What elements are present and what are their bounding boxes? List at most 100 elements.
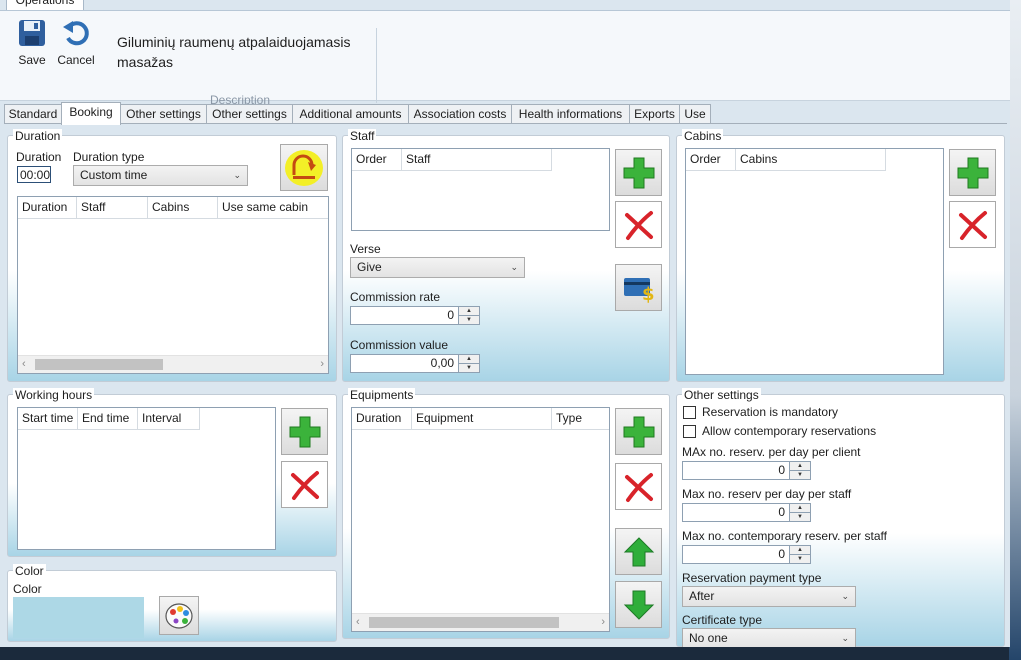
scroll-right-icon[interactable]: › (320, 358, 324, 370)
column-header-staff[interactable]: Staff (402, 149, 552, 171)
green-plus-icon (623, 157, 654, 188)
certificate-type-select[interactable]: No one ⌄ (682, 628, 856, 647)
duration-label: Duration (16, 150, 62, 164)
chevron-down-icon: ⌄ (841, 591, 849, 601)
horizontal-scrollbar[interactable]: ‹ › (18, 355, 328, 373)
add-equipment-button[interactable] (615, 408, 662, 455)
working-hours-grid[interactable]: Start time End time Interval (17, 407, 276, 550)
scrollbar-thumb[interactable] (35, 359, 163, 370)
duration-grid[interactable]: Duration Staff Cabins Use same cabin ‹ › (17, 196, 329, 374)
scroll-left-icon[interactable]: ‹ (22, 358, 26, 370)
allow-contemporary-checkbox[interactable] (683, 425, 696, 438)
ribbon-tab-operations[interactable]: Operations (6, 0, 84, 10)
payment-type-label: Reservation payment type (682, 571, 822, 585)
red-x-icon (958, 210, 987, 240)
max-per-client-decrement[interactable]: ▼ (789, 470, 811, 480)
green-plus-icon (957, 157, 988, 188)
cabins-title: Cabins (682, 129, 724, 143)
tab-booking[interactable]: Booking (61, 102, 121, 125)
green-down-arrow-icon (623, 590, 654, 620)
green-plus-icon (623, 416, 654, 447)
max-contemporary-label: Max no. contemporary reserv. per staff (682, 529, 887, 543)
tab-standard[interactable]: Standard (4, 104, 62, 124)
column-header-interval[interactable]: Interval (138, 408, 200, 430)
add-staff-button[interactable] (615, 149, 662, 196)
commission-rate-input[interactable]: 0 (350, 306, 459, 325)
move-down-button[interactable] (615, 581, 662, 628)
pick-color-button[interactable] (159, 596, 199, 635)
delete-staff-button[interactable] (615, 201, 662, 248)
column-header-end-time[interactable]: End time (78, 408, 138, 430)
tab-additional-amounts[interactable]: Additional amounts (292, 104, 409, 124)
delete-working-hours-button[interactable] (281, 461, 328, 508)
cabins-grid[interactable]: Order Cabins (685, 148, 944, 375)
green-up-arrow-icon (623, 536, 654, 566)
column-header-order[interactable]: Order (686, 149, 736, 171)
save-button[interactable]: Save (14, 18, 50, 70)
column-header-type[interactable]: Type (552, 408, 609, 430)
column-header-start-time[interactable]: Start time (18, 408, 78, 430)
max-per-client-input[interactable]: 0 (682, 461, 790, 480)
color-swatch[interactable] (13, 597, 144, 638)
max-contemporary-input[interactable]: 0 (682, 545, 790, 564)
tab-other-settings-2[interactable]: Other settings (206, 104, 293, 124)
max-per-client-label: MAx no. reserv. per day per client (682, 445, 861, 459)
chevron-down-icon: ⌄ (510, 262, 518, 272)
column-header-order[interactable]: Order (352, 149, 402, 171)
column-header-equipment[interactable]: Equipment (412, 408, 552, 430)
commission-value-input[interactable]: 0,00 (350, 354, 459, 373)
tab-other-settings-1[interactable]: Other settings (120, 104, 207, 124)
max-per-staff-decrement[interactable]: ▼ (789, 512, 811, 522)
delete-equipment-button[interactable] (615, 463, 662, 510)
column-header-use-same-cabin[interactable]: Use same cabin (218, 197, 328, 219)
column-header-cabins[interactable]: Cabins (148, 197, 218, 219)
column-header-staff[interactable]: Staff (77, 197, 148, 219)
add-working-hours-button[interactable] (281, 408, 328, 455)
staff-grid[interactable]: Order Staff (351, 148, 610, 231)
verse-select[interactable]: Give ⌄ (350, 257, 525, 278)
max-per-staff-input[interactable]: 0 (682, 503, 790, 522)
tab-association-costs[interactable]: Association costs (408, 104, 512, 124)
color-panel: Color Color (7, 564, 337, 642)
allow-contemporary-label: Allow contemporary reservations (702, 424, 877, 438)
green-plus-icon (289, 416, 320, 447)
column-header-duration[interactable]: Duration (352, 408, 412, 430)
equipments-title: Equipments (348, 388, 416, 402)
payment-button[interactable]: $ (615, 264, 662, 311)
cancel-label: Cancel (57, 53, 95, 67)
app-window: Save Cancel Giluminių raumenų atpalaiduo… (0, 0, 1010, 647)
cancel-button[interactable]: Cancel (56, 18, 96, 70)
reset-duration-button[interactable] (280, 144, 328, 191)
commission-value-decrement[interactable]: ▼ (458, 363, 480, 373)
duration-type-select[interactable]: Custom time ⌄ (73, 165, 248, 186)
delete-cabin-button[interactable] (949, 201, 996, 248)
duration-input[interactable]: 00:00 (17, 166, 51, 183)
add-cabin-button[interactable] (949, 149, 996, 196)
max-contemporary-decrement[interactable]: ▼ (789, 554, 811, 564)
tab-health-informations[interactable]: Health informations (511, 104, 630, 124)
commission-rate-decrement[interactable]: ▼ (458, 315, 480, 325)
commission-rate-label: Commission rate (350, 290, 441, 304)
horizontal-scrollbar[interactable]: ‹ › (352, 613, 609, 631)
tab-use[interactable]: Use (679, 104, 711, 124)
tab-divider (4, 123, 1007, 124)
certificate-type-label: Certificate type (682, 613, 763, 627)
max-per-staff-label: Max no. reserv per day per staff (682, 487, 852, 501)
scroll-left-icon[interactable]: ‹ (356, 616, 360, 628)
tab-exports[interactable]: Exports (629, 104, 680, 124)
ribbon: Save Cancel Giluminių raumenų atpalaiduo… (0, 10, 1010, 107)
scroll-right-icon[interactable]: › (601, 616, 605, 628)
column-header-duration[interactable]: Duration (18, 197, 77, 219)
payment-type-select[interactable]: After ⌄ (682, 586, 856, 607)
move-up-button[interactable] (615, 528, 662, 575)
column-header-cabins[interactable]: Cabins (736, 149, 886, 171)
floppy-disk-icon (19, 20, 45, 46)
equipments-panel: Equipments Duration Equipment Type ‹ › (342, 388, 670, 639)
scrollbar-thumb[interactable] (369, 617, 559, 628)
commission-value-label: Commission value (350, 338, 449, 352)
description-text: Giluminių raumenų atpalaiduojamasis masa… (117, 34, 351, 70)
payment-type-value: After (689, 589, 715, 603)
color-title: Color (13, 564, 46, 578)
reservation-mandatory-checkbox[interactable] (683, 406, 696, 419)
equipments-grid[interactable]: Duration Equipment Type ‹ › (351, 407, 610, 632)
